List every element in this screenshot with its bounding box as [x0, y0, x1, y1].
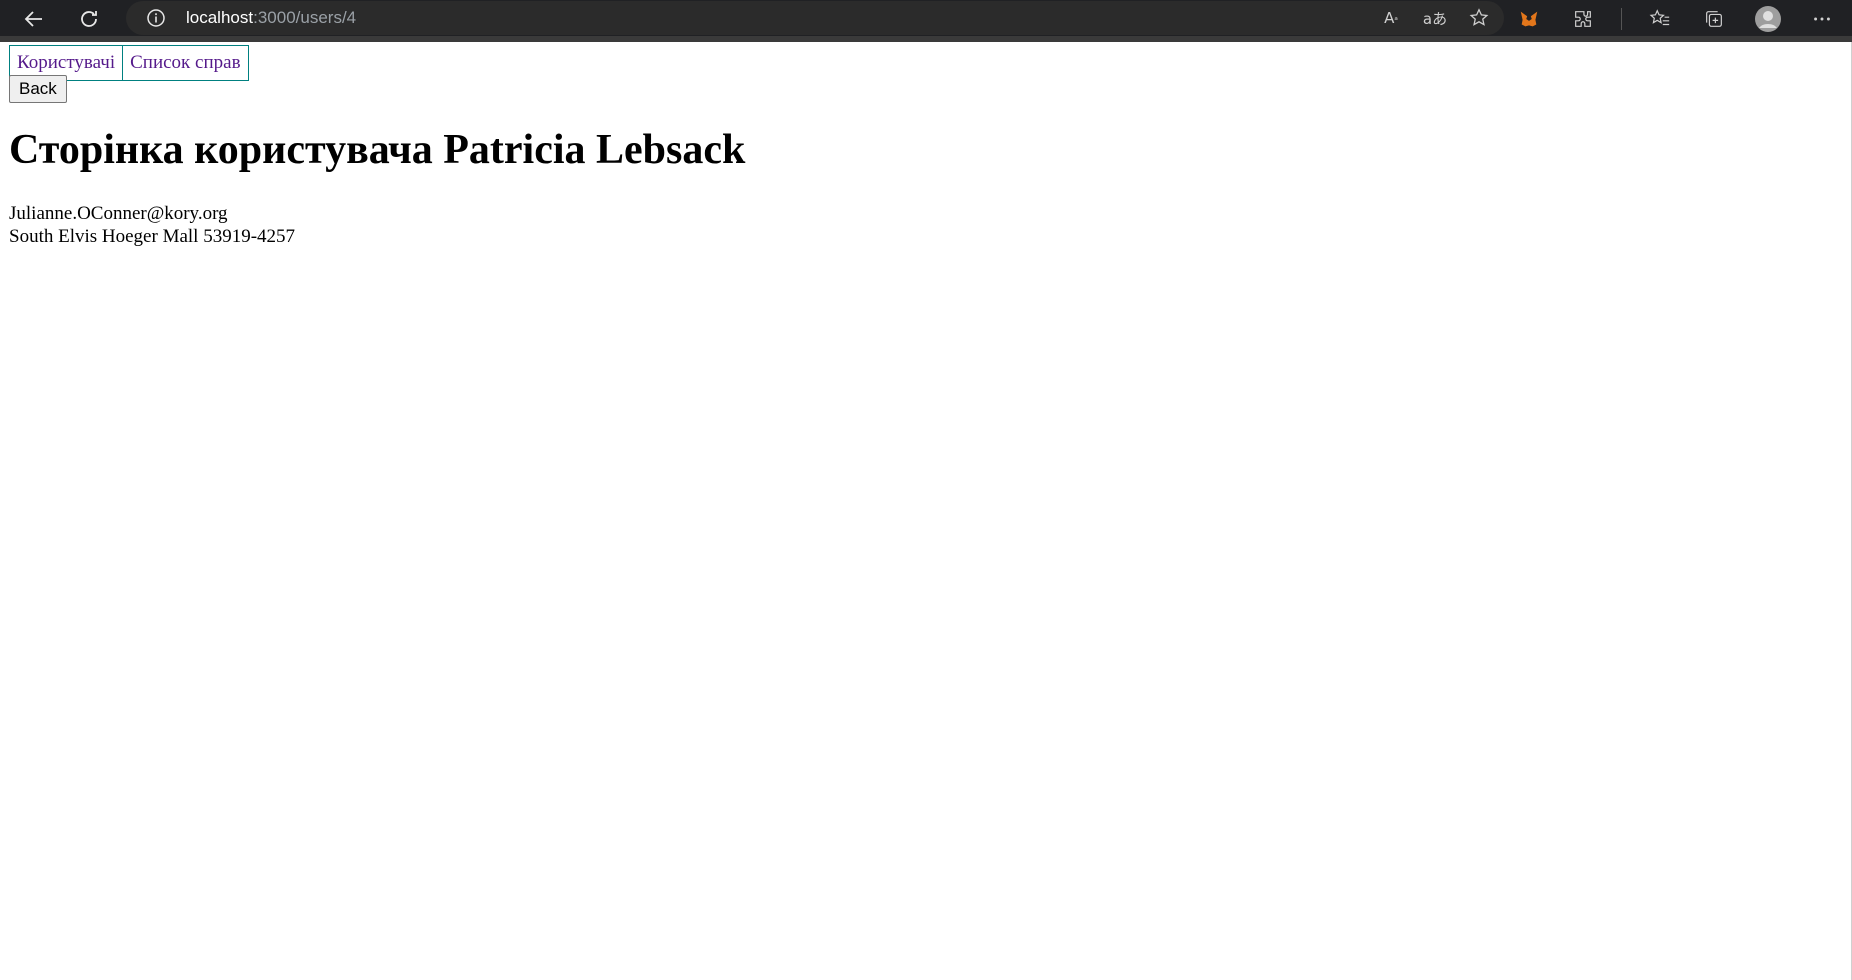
favorites-icon[interactable] — [1644, 4, 1676, 34]
user-email: Julianne.OConner@kory.org — [9, 203, 228, 224]
user-info: Julianne.OConner@kory.org South Elvis Ho… — [9, 202, 295, 248]
back-button[interactable]: Back — [9, 75, 67, 103]
address-bar[interactable]: localhost:3000/users/4 Aₐ aあ — [126, 1, 1504, 35]
page-content: Користувачі Список справ Back Сторінка к… — [0, 42, 1852, 980]
refresh-icon[interactable] — [74, 4, 104, 34]
metamask-fox-icon[interactable] — [1513, 4, 1545, 34]
add-favorite-icon[interactable] — [1464, 4, 1494, 32]
profile-avatar-icon[interactable] — [1752, 4, 1784, 34]
read-aloud-icon[interactable]: Aₐ — [1376, 4, 1406, 32]
url-path: :3000/users/4 — [253, 8, 357, 27]
url-host: localhost — [186, 8, 254, 27]
browser-toolbar: localhost:3000/users/4 Aₐ aあ — [0, 0, 1852, 38]
translate-icon[interactable]: aあ — [1420, 4, 1450, 32]
toolbar-separator — [1621, 8, 1622, 30]
user-address: South Elvis Hoeger Mall 53919-4257 — [9, 226, 296, 247]
url-text[interactable]: localhost:3000/users/4 — [186, 8, 356, 28]
extensions-icon[interactable] — [1567, 4, 1599, 34]
back-arrow-icon[interactable] — [19, 4, 49, 34]
more-icon[interactable] — [1806, 4, 1838, 34]
nav-link-todos[interactable]: Список справ — [123, 45, 249, 81]
info-icon[interactable] — [146, 8, 166, 28]
collections-icon[interactable] — [1698, 4, 1730, 34]
page-title: Сторінка користувача Patricia Lebsack — [9, 127, 746, 173]
